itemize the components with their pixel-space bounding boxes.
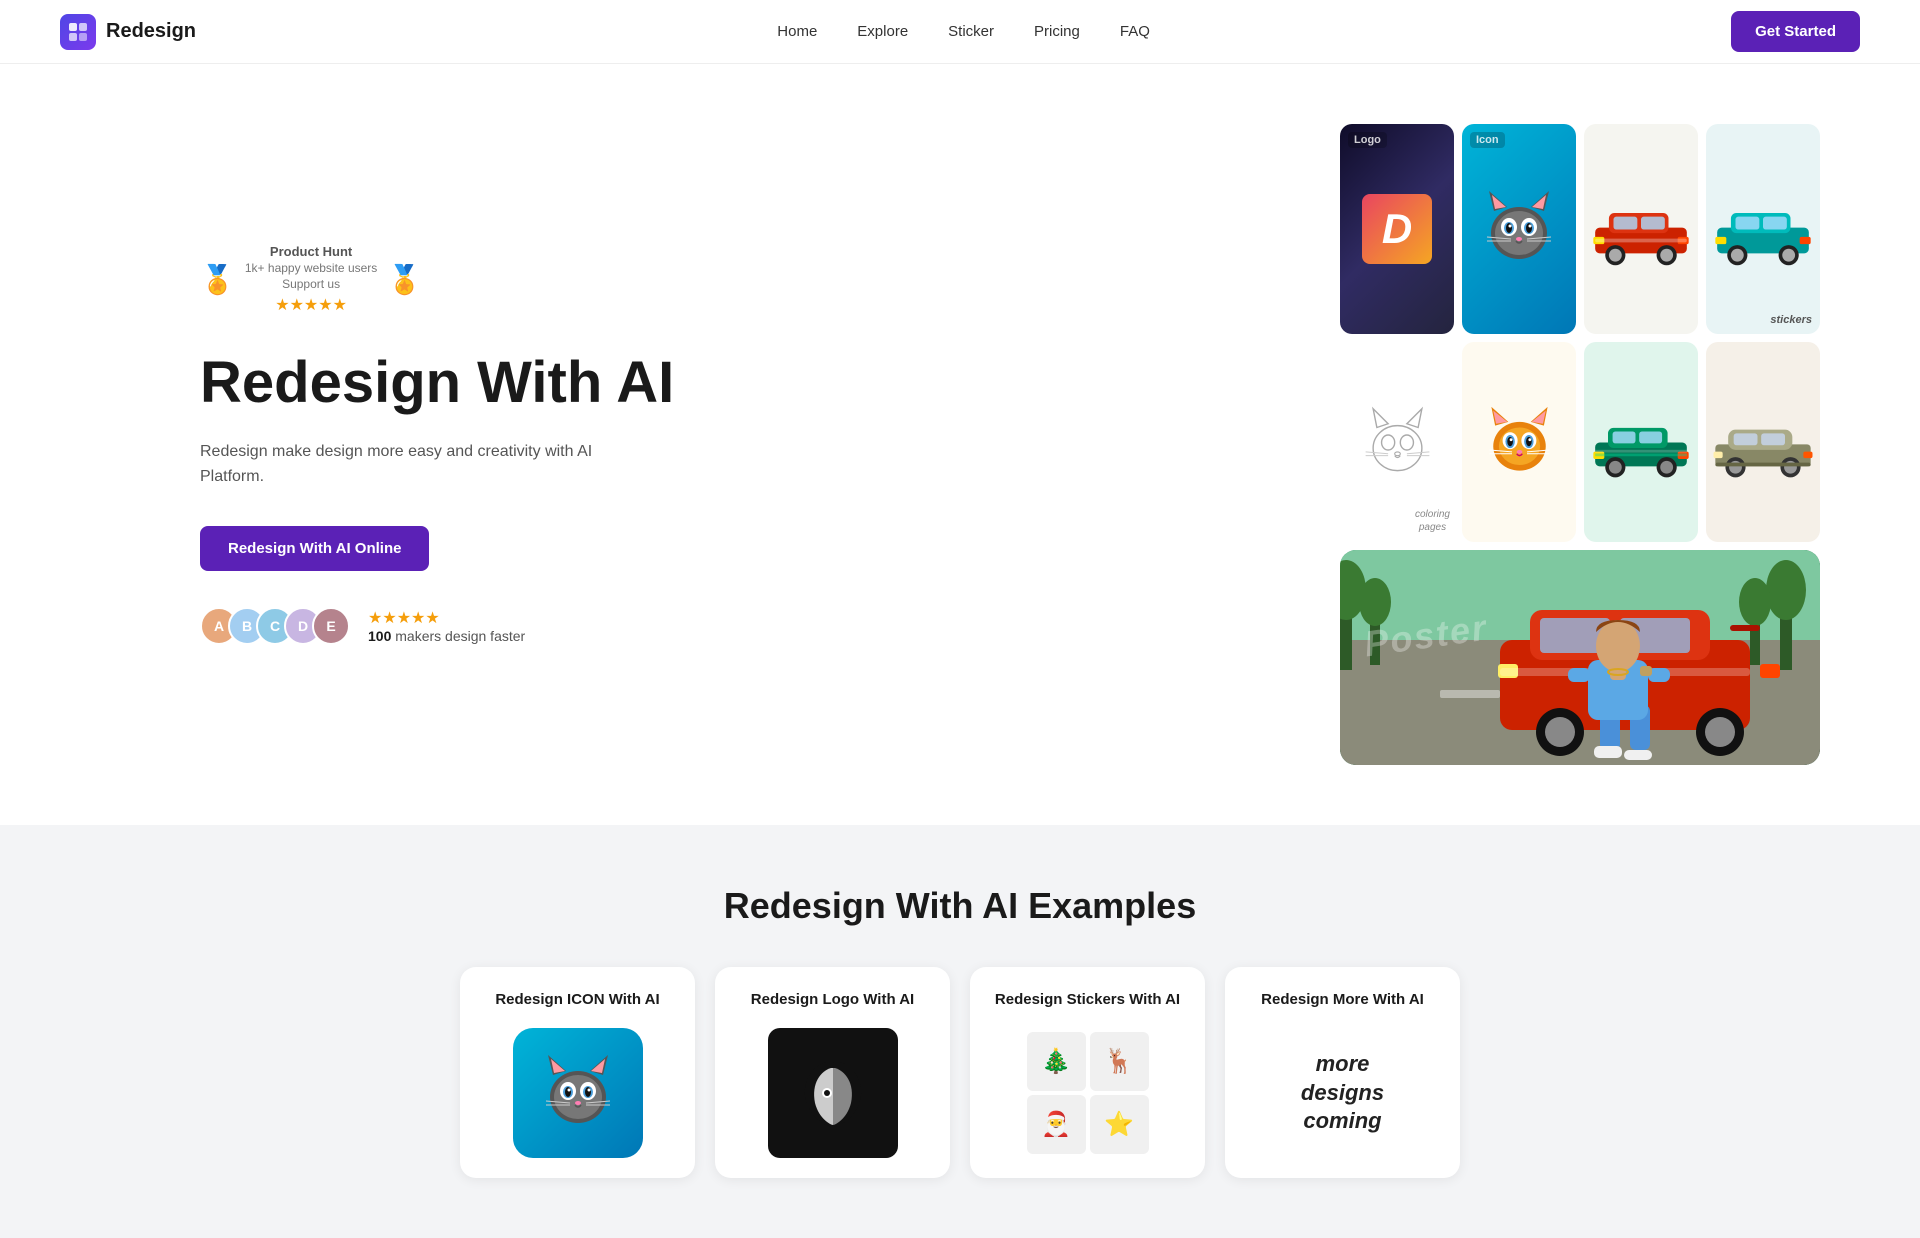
logo-icon [60,14,96,50]
example-card-icon-title: Redesign ICON With AI [476,991,679,1008]
poster-car-area: Poster [1340,550,1820,765]
collage-car1-cell [1584,124,1698,334]
hero-collage: Logo D Icon [1340,124,1820,765]
green-car-svg [1586,405,1696,480]
example-card-stickers: Redesign Stickers With AI 🎄 🦌 🎅 ⭐ [970,967,1205,1178]
example-card-logo-image [768,1028,898,1158]
get-started-button[interactable]: Get Started [1731,11,1860,52]
nav-faq[interactable]: FAQ [1120,23,1150,40]
orange-cat-svg [1482,405,1557,480]
maker-avatars: A B C D E [200,607,340,645]
icon-label-badge: Icon [1470,132,1505,148]
more-preview: moredesignscoming [1278,1028,1408,1158]
example-card-stickers-image: 🎄 🦌 🎅 ⭐ [1023,1028,1153,1158]
icon-preview-svg [538,1053,618,1133]
example-card-icon: Redesign ICON With AI [460,967,695,1178]
example-card-stickers-title: Redesign Stickers With AI [986,991,1189,1008]
examples-heading: Redesign With AI Examples [100,885,1820,927]
collage-middle-row: coloringpages [1340,342,1820,542]
sticker-cell-4: ⭐ [1090,1095,1149,1154]
hero-section: 🏅 Product Hunt 1k+ happy website users S… [0,64,1920,825]
stickers-badge: stickers [1770,314,1812,326]
collage-top-row: Logo D Icon [1340,124,1820,334]
coloring-badge: coloringpages [1415,508,1450,534]
collage-sketch-cell: coloringpages [1340,342,1454,542]
cat-icon-svg [1479,189,1559,269]
ph-stars: ★★★★★ [245,295,377,315]
collage-icon-cell: Icon [1462,124,1576,334]
ph-title: Product Hunt [245,244,377,259]
hero-heading: Redesign With AI [200,351,700,415]
sticker-cell-1: 🎄 [1027,1032,1086,1091]
nav-home[interactable]: Home [777,23,817,40]
collage-orange-cat-cell [1462,342,1576,542]
laurel-left: 🏅 [200,266,235,294]
ph-sub: 1k+ happy website users [245,261,377,275]
hero-description: Redesign make design more easy and creat… [200,439,640,490]
ph-info: Product Hunt 1k+ happy website users Sup… [245,244,377,315]
hero-content: 🏅 Product Hunt 1k+ happy website users S… [200,244,700,645]
sketch-cat-svg [1360,405,1435,480]
vintage-car-svg [1708,405,1818,480]
product-hunt-badge: 🏅 Product Hunt 1k+ happy website users S… [200,244,700,315]
makers-row: A B C D E ★★★★★ 100 makers design faster [200,607,700,645]
logo-text: Redesign [106,20,196,43]
collage-vintage-car-cell [1706,342,1820,542]
avatar-5: E [312,607,350,645]
example-card-more: Redesign More With AI moredesignscoming [1225,967,1460,1178]
example-card-logo-title: Redesign Logo With AI [731,991,934,1008]
examples-grid: Redesign ICON With AI [460,967,1460,1178]
collage-poster-cell: Poster [1340,550,1820,765]
nav-links: Home Explore Sticker Pricing FAQ [777,23,1150,41]
collage-car2-cell: stickers [1706,124,1820,334]
example-card-logo: Redesign Logo With AI [715,967,950,1178]
nav-explore[interactable]: Explore [857,23,908,40]
navbar: Redesign Home Explore Sticker Pricing FA… [0,0,1920,64]
icon-preview [513,1028,643,1158]
makers-stars: ★★★★★ [368,608,525,628]
collage-green-car-cell [1584,342,1698,542]
collage-logo-cell: Logo D [1340,124,1454,334]
example-card-more-title: Redesign More With AI [1241,991,1444,1008]
logo-label-badge: Logo [1348,132,1387,148]
example-card-more-image: moredesignscoming [1278,1028,1408,1158]
sticker-preview: 🎄 🦌 🎅 ⭐ [1023,1028,1153,1158]
logo-preview [768,1028,898,1158]
nav-logo[interactable]: Redesign [60,14,196,50]
sticker-cell-2: 🦌 [1090,1032,1149,1091]
makers-info: ★★★★★ 100 makers design faster [368,608,525,644]
sticker-cell-3: 🎅 [1027,1095,1086,1154]
red-car-svg [1586,192,1696,267]
examples-section: Redesign With AI Examples Redesign ICON … [0,825,1920,1238]
nav-sticker[interactable]: Sticker [948,23,994,40]
makers-count: 100 makers design faster [368,628,525,644]
example-card-icon-image [513,1028,643,1158]
logo-preview-svg [793,1053,873,1133]
nav-pricing[interactable]: Pricing [1034,23,1080,40]
hero-cta-button[interactable]: Redesign With AI Online [200,526,429,571]
more-coming-text: moredesignscoming [1301,1050,1384,1136]
logo-d-icon: D [1362,194,1432,264]
laurel-right: 🏅 [387,266,422,294]
teal-car-svg [1708,192,1818,267]
ph-support: Support us [245,277,377,291]
